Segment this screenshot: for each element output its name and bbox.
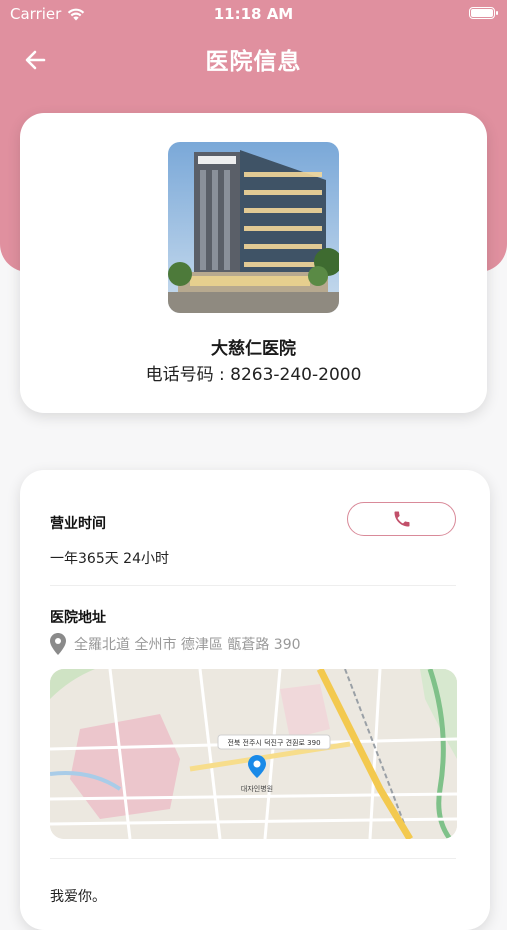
page-title: 医院信息 — [205, 49, 302, 75]
phone-icon — [394, 511, 409, 527]
hours-value: 一年365天 24小时 — [50, 551, 169, 567]
battery-icon — [469, 7, 498, 19]
divider — [50, 585, 456, 586]
address-row: 全羅北道 全州市 德津區 甑蒼路 390 — [50, 633, 301, 655]
hospital-phone: 电话号码 : 8263-240-2000 — [145, 365, 362, 385]
hospital-name: 大慈仁医院 — [211, 339, 296, 359]
map-view[interactable]: 전북 전주시 덕진구 견훤로 390 대자인병원 — [50, 669, 457, 839]
hours-label: 营业时间 — [50, 516, 106, 532]
status-bar: Carrier 11:18 AM — [0, 0, 507, 28]
note-text: 我爱你。 — [50, 889, 106, 905]
info-card: 营业时间 一年365天 24小时 医院地址 全羅北道 全州市 德津區 甑蒼路 3… — [20, 470, 490, 930]
hospital-photo — [168, 142, 339, 313]
call-button[interactable] — [347, 502, 456, 536]
address-value: 全羅北道 全州市 德津區 甑蒼路 390 — [74, 637, 301, 653]
divider — [50, 858, 456, 859]
address-label: 医院地址 — [50, 610, 106, 626]
map-marker-label: 전북 전주시 덕진구 견훤로 390 — [227, 738, 320, 747]
hospital-card: 大慈仁医院 电话号码 : 8263-240-2000 — [20, 113, 487, 413]
status-time: 11:18 AM — [213, 5, 294, 23]
location-pin-icon — [50, 633, 66, 655]
map-place-label: 대자인병원 — [241, 784, 273, 793]
